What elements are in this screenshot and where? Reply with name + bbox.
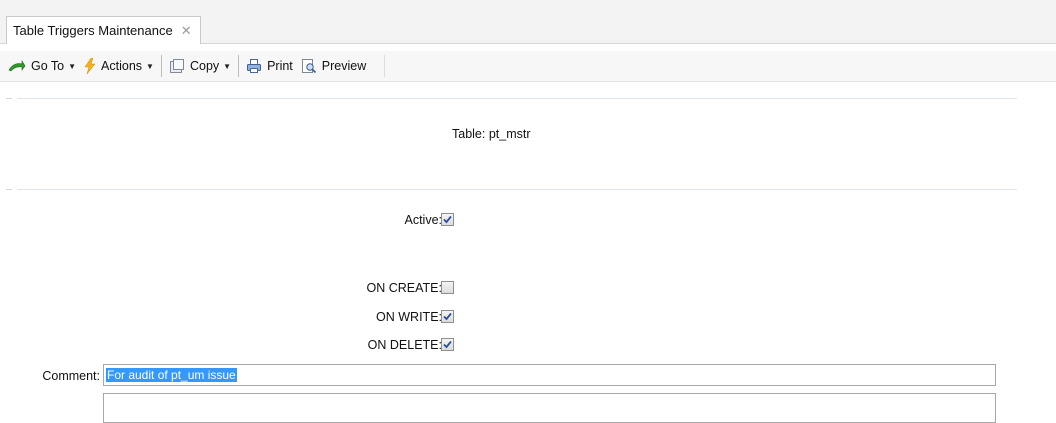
goto-dropdown-icon: ▼ [68,61,77,71]
copy-dropdown-icon: ▼ [223,61,232,71]
table-value: pt_mstr [488,127,531,141]
divider-stub [6,98,12,99]
print-label: Print [267,59,293,73]
close-icon[interactable]: ✕ [181,24,192,37]
tab-title: Table Triggers Maintenance [13,23,173,38]
actions-dropdown-icon: ▼ [146,61,154,71]
preview-icon [301,58,317,74]
toolbar-separator [160,55,162,77]
on-write-checkbox[interactable] [441,310,454,323]
copy-icon [169,58,185,74]
table-label: Table: [452,127,486,141]
divider-stub [6,189,12,190]
on-write-label: ON WRITE: [376,310,442,324]
checkmark-icon [443,312,452,321]
on-delete-checkbox[interactable] [441,338,454,351]
checkmark-icon [443,340,452,349]
goto-label: Go To [31,59,65,73]
on-create-label: ON CREATE: [366,281,442,295]
section-divider [17,189,1017,190]
section-divider [17,98,1017,99]
comment-continuation-input[interactable] [103,393,996,423]
printer-icon [246,58,262,74]
print-button[interactable]: Print [242,55,297,77]
tab-strip: Table Triggers Maintenance ✕ [0,0,1056,44]
comment-label: Comment: [42,369,100,383]
actions-label: Actions [101,59,143,73]
toolbar-separator [384,55,386,77]
toolbar-separator [238,55,240,77]
on-create-checkbox[interactable] [441,281,454,294]
copy-button[interactable]: Copy ▼ [165,55,235,77]
copy-label: Copy [189,59,220,73]
table-heading: Table: pt_mstr [452,127,531,141]
preview-label: Preview [321,59,367,73]
actions-button[interactable]: Actions ▼ [80,55,158,77]
active-label: Active: [404,213,442,227]
lightning-icon [84,58,96,74]
tab-table-triggers-maintenance[interactable]: Table Triggers Maintenance ✕ [6,16,201,44]
on-delete-label: ON DELETE: [367,338,442,352]
toolbar: Go To ▼ Actions ▼ Copy ▼ Print Preview [0,51,1056,82]
goto-arrow-icon [8,60,26,72]
goto-button[interactable]: Go To ▼ [0,55,80,77]
comment-input[interactable]: For audit of pt_um issue [103,364,996,386]
checkmark-icon [443,215,452,224]
preview-button[interactable]: Preview [297,55,370,77]
comment-selected-text: For audit of pt_um issue [106,368,237,382]
active-checkbox[interactable] [441,213,454,226]
